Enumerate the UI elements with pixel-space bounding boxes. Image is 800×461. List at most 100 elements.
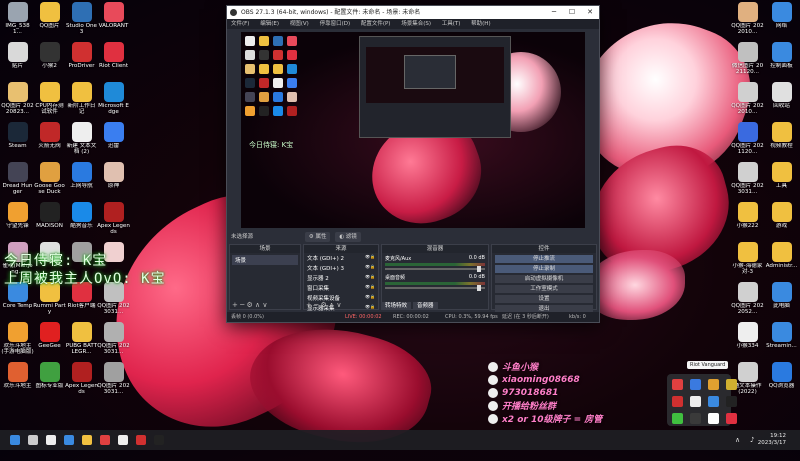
scenes-footer-buttons[interactable]: + ─ ⚙ ∧ ∨ <box>230 301 302 309</box>
menu-tools[interactable]: 工具(T) <box>442 21 461 27</box>
desktop-icon[interactable]: QQ浏览器 <box>765 362 798 389</box>
mixer-channel[interactable]: 桌面音频 0.0 dB <box>382 272 488 291</box>
filters-button[interactable]: ◐ 滤镜 <box>335 232 361 242</box>
desktop-icon[interactable]: 原神 <box>97 162 130 189</box>
stop-stream-button[interactable]: 停止推流 <box>495 255 593 263</box>
taskbar-app-icon[interactable] <box>100 435 110 445</box>
desktop-icon[interactable]: 火箭无阀 <box>33 122 66 149</box>
menu-docks[interactable]: 停靠窗口(D) <box>320 21 351 27</box>
desktop-icon[interactable]: QQ图片 2021120... <box>731 122 764 156</box>
desktop-icon[interactable]: 控制面板 <box>765 42 798 69</box>
clock[interactable]: 19:12 2023/3/17 <box>758 433 786 447</box>
tray-app-icon[interactable] <box>690 396 701 407</box>
tray-app-icon[interactable] <box>690 379 701 390</box>
obs-window[interactable]: OBS 27.1.3 (64-bit, windows) - 配置文件: 未命名… <box>226 5 600 323</box>
desktop-icon[interactable]: 游戏 <box>765 202 798 229</box>
source-item[interactable]: 显示器 2 👁🔒 <box>304 273 378 283</box>
tray-app-icon[interactable] <box>708 379 719 390</box>
desktop-icon[interactable]: 小猴-海德家对-3 <box>731 242 764 276</box>
volume-fader[interactable] <box>385 266 485 272</box>
desktop-icon[interactable]: 新建 文本文档 (2) <box>65 122 98 156</box>
studio-mode-button[interactable]: 工作室模式 <box>495 285 593 293</box>
desktop-icon[interactable]: QQ图片 2023031... <box>97 322 130 356</box>
desktop-icon[interactable]: Steam <box>1 122 34 149</box>
desktop-icon[interactable]: MADISON <box>33 202 66 229</box>
taskbar-app-icon[interactable] <box>154 435 164 445</box>
tray-chevron-icon[interactable]: ∧ <box>735 436 740 444</box>
desktop-icon[interactable]: 新阶工作日记 <box>65 82 98 116</box>
visibility-lock-icon[interactable]: 👁🔒 <box>365 264 375 272</box>
desktop-icon[interactable]: 工具 <box>765 162 798 189</box>
virtual-camera-button[interactable]: 启动虚拟摄像机 <box>495 275 593 283</box>
desktop-icon[interactable]: 小猴334 <box>731 322 764 349</box>
desktop-icon[interactable]: IMG_5381... <box>1 2 34 36</box>
desktop-icon[interactable]: Apex Legends <box>65 362 98 396</box>
visibility-lock-icon[interactable]: 👁🔒 <box>365 254 375 262</box>
desktop-icon[interactable]: Administr... <box>765 242 798 269</box>
scene-item[interactable]: 场景 <box>232 255 298 265</box>
desktop-icon[interactable]: 贴片 <box>1 42 34 69</box>
desktop-icon[interactable]: 此电脑 <box>765 282 798 309</box>
menu-scene-collection[interactable]: 场景集合(S) <box>401 21 431 27</box>
properties-button[interactable]: ⚙ 属性 <box>304 232 331 242</box>
tray-app-icon[interactable] <box>672 413 683 424</box>
desktop-icon[interactable]: 上网导航 <box>65 162 98 189</box>
desktop-icon[interactable]: QQ图片 20220823... <box>1 82 34 116</box>
desktop-icon[interactable]: Riot Client <box>97 42 130 69</box>
obs-preview[interactable]: 今日侍寝: K宝 <box>241 32 585 228</box>
tray-app-icon[interactable] <box>708 413 719 424</box>
sources-footer-buttons[interactable]: + ─ ⚙ ∧ ∨ <box>304 301 380 309</box>
desktop-icon[interactable]: 守望先锋 <box>1 202 34 229</box>
desktop-icon[interactable]: Microsoft Edge <box>97 82 130 116</box>
desktop-icon[interactable]: 小猴2 <box>33 42 66 69</box>
taskbar-app-icon[interactable] <box>64 435 74 445</box>
visibility-lock-icon[interactable]: 👁🔒 <box>365 284 375 292</box>
desktop-icon[interactable]: Dread Hunger <box>1 162 34 196</box>
desktop-icon[interactable]: 迅雷 <box>97 122 130 149</box>
desktop-icon[interactable]: 欢乐斗地主 <box>1 362 34 389</box>
maximize-button[interactable]: ☐ <box>563 6 581 19</box>
tray-app-icon[interactable] <box>672 379 683 390</box>
tray-app-icon[interactable] <box>726 379 737 390</box>
taskbar-app-icon[interactable] <box>46 435 56 445</box>
tray-app-icon[interactable] <box>672 396 683 407</box>
taskbar-app-icon[interactable] <box>118 435 128 445</box>
taskbar-app-icon[interactable] <box>28 435 38 445</box>
start-icon[interactable] <box>10 435 20 445</box>
menu-view[interactable]: 视图(V) <box>290 21 309 27</box>
menu-profile[interactable]: 配置文件(P) <box>361 21 391 27</box>
desktop-icon[interactable]: 网络 <box>765 2 798 29</box>
visibility-lock-icon[interactable]: 👁🔒 <box>365 274 375 282</box>
taskbar-app-icon[interactable] <box>136 435 146 445</box>
desktop-icon[interactable]: Streamin... <box>765 322 798 349</box>
desktop-icon[interactable]: Apex Legends <box>97 202 130 236</box>
minimize-button[interactable]: ─ <box>545 6 563 19</box>
desktop-icon[interactable]: QQ图片 2022010... <box>731 82 764 116</box>
source-item[interactable]: 窗口采集 👁🔒 <box>304 283 378 293</box>
tab-audio-mixer[interactable]: 音频器 <box>413 302 438 310</box>
settings-button[interactable]: 设置 <box>495 295 593 303</box>
desktop-icon[interactable]: 视频教程 <box>765 122 798 149</box>
tab-transitions[interactable]: 转场特效 <box>381 302 412 310</box>
desktop-icon[interactable]: VALORANT <box>97 2 130 29</box>
tray-app-icon[interactable] <box>726 413 737 424</box>
source-item[interactable]: 文本 (GDI+) 2 👁🔒 <box>304 253 378 263</box>
menu-edit[interactable]: 编辑(E) <box>260 21 279 27</box>
obs-title-bar[interactable]: OBS 27.1.3 (64-bit, windows) - 配置文件: 未命名… <box>227 6 599 19</box>
taskbar-app-icon[interactable] <box>82 435 92 445</box>
desktop-icon[interactable]: QQ图片 2023031... <box>731 162 764 196</box>
desktop-icon[interactable]: QQ图片 <box>33 2 66 29</box>
desktop-icon[interactable]: QQ图片 2022052... <box>731 282 764 316</box>
desktop-icon[interactable]: QQ图片 2023031... <box>97 362 130 396</box>
desktop-icon[interactable]: QQ图片 2022010... <box>731 2 764 36</box>
tray-app-icon[interactable] <box>726 396 737 407</box>
volume-icon[interactable]: ♪ <box>750 436 754 444</box>
volume-fader[interactable] <box>385 285 485 291</box>
close-button[interactable]: ✕ <box>581 6 599 19</box>
source-item[interactable]: 文本 (GDI+) 3 👁🔒 <box>304 263 378 273</box>
stop-record-button[interactable]: 停止录制 <box>495 265 593 273</box>
tray-app-icon[interactable] <box>690 413 701 424</box>
desktop-icon[interactable]: 小猴222 <box>731 202 764 229</box>
mixer-channel[interactable]: 麦克风/Aux 0.0 dB <box>382 253 488 272</box>
desktop-icon[interactable]: 欢乐斗地主(手游电脑版) <box>1 322 34 356</box>
